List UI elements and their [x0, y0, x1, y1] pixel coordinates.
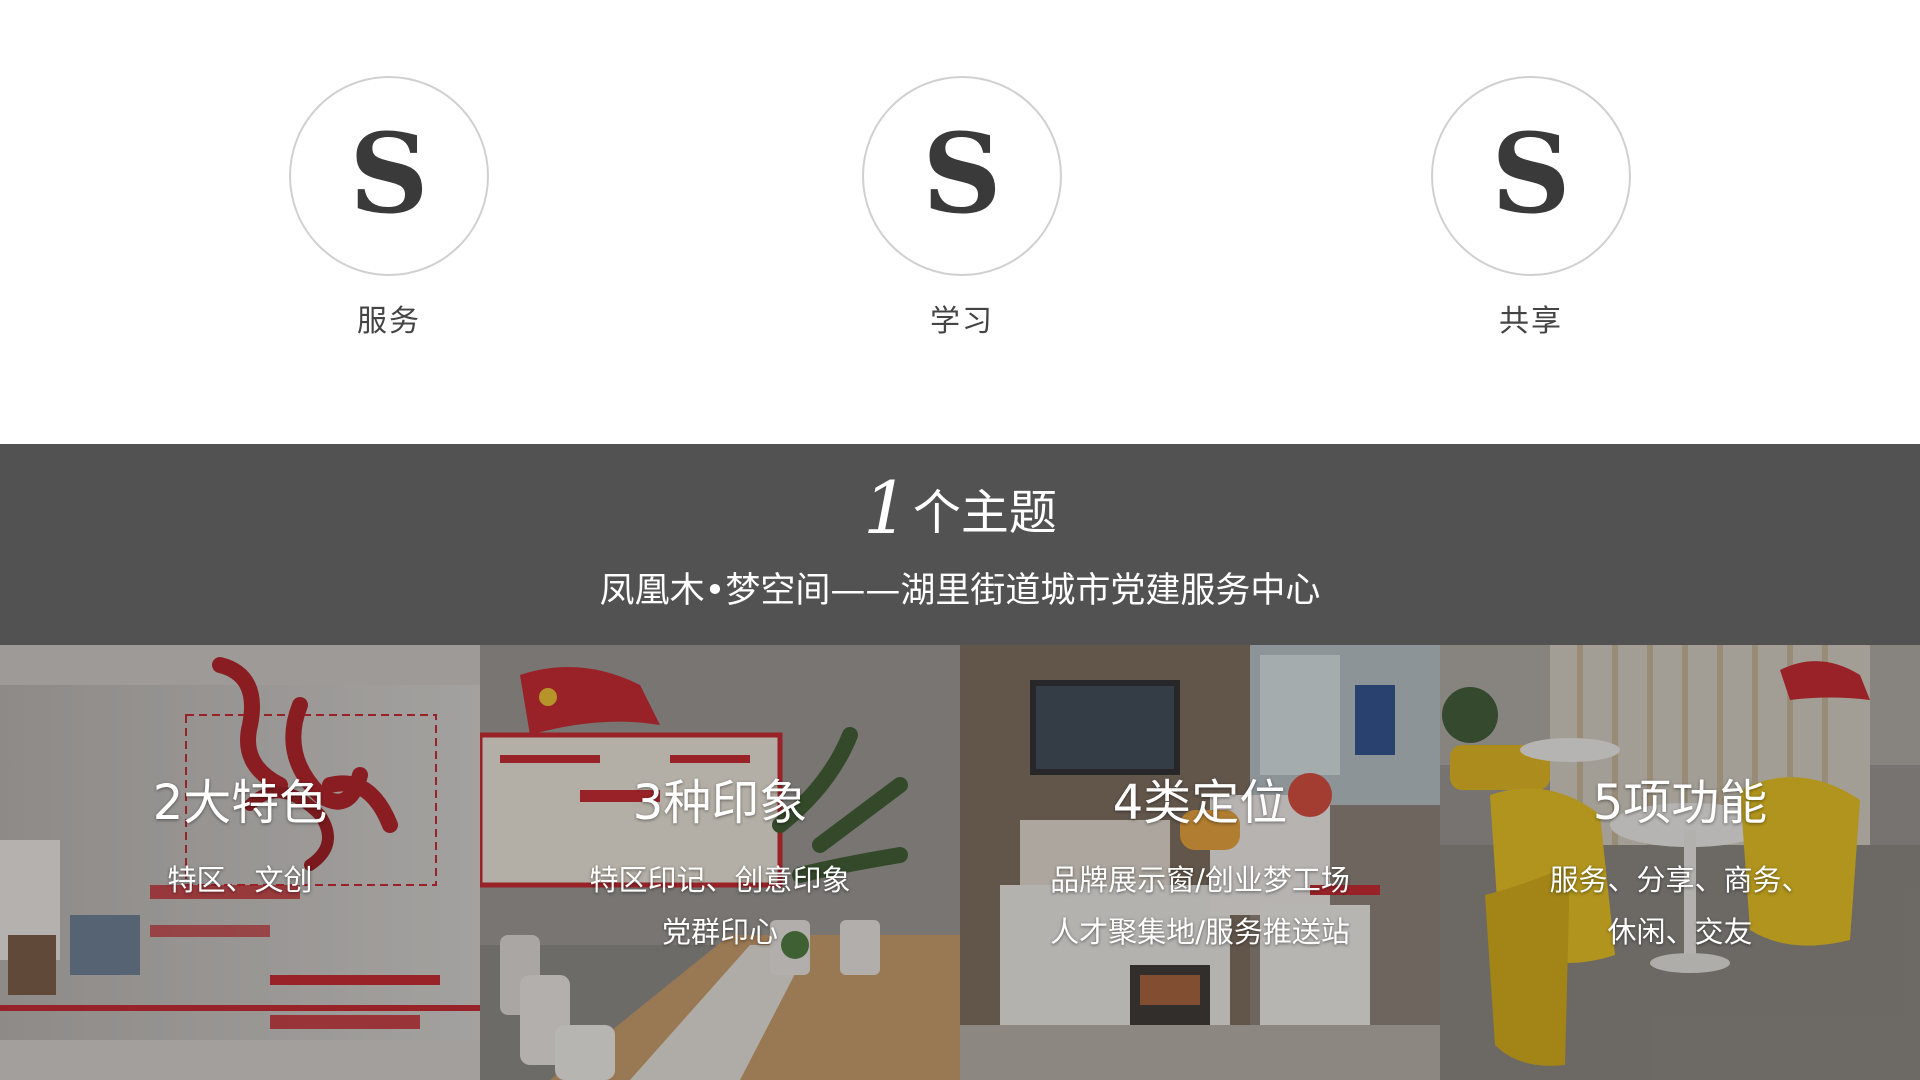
- panel-line-2: 人才聚集地/服务推送站: [1050, 915, 1350, 949]
- panel-functions: 5项功能 服务、分享、商务、 休闲、交友: [1440, 645, 1920, 1080]
- panel-line-1: 特区印记、创意印象: [589, 863, 851, 897]
- panel-heading: 3种印象: [480, 763, 960, 833]
- pillar-label: 共享: [1499, 304, 1563, 339]
- panel-number: 3: [632, 775, 664, 831]
- theme-subtitle: 凤凰木•梦空间——湖里街道城市党建服务中心: [599, 571, 1321, 611]
- panel-title: 项功能: [1623, 775, 1768, 831]
- panel-line-1: 服务、分享、商务、: [1549, 863, 1811, 897]
- panel-number: 2: [152, 775, 184, 831]
- theme-number: 1: [863, 466, 909, 550]
- sharing-circle-icon: S: [1431, 76, 1631, 276]
- pillar-learning: S 学习: [862, 76, 1062, 340]
- pillar-letter: S: [922, 109, 1002, 238]
- feature-panels: 2大特色 特区、文创 3种印象 特区印记、创意印象 党群印心 4类定位 品牌展示…: [0, 645, 1920, 1080]
- panel-heading: 5项功能: [1440, 763, 1920, 833]
- panel-features: 2大特色 特区、文创: [0, 645, 480, 1080]
- pillar-label: 服务: [357, 304, 421, 339]
- panel-impressions: 3种印象 特区印记、创意印象 党群印心: [480, 645, 960, 1080]
- panel-title: 类定位: [1143, 775, 1288, 831]
- panel-line-2: 党群印心: [661, 915, 778, 949]
- pillar-letter: S: [1491, 109, 1571, 238]
- pillar-letter: S: [349, 109, 429, 238]
- panel-positioning: 4类定位 品牌展示窗/创业梦工场 人才聚集地/服务推送站: [960, 645, 1440, 1080]
- theme-band: 1个主题 凤凰木•梦空间——湖里街道城市党建服务中心: [0, 444, 1920, 645]
- panel-number: 4: [1112, 775, 1144, 831]
- theme-title: 1个主题: [0, 466, 1920, 550]
- panel-line-2: 休闲、交友: [1607, 915, 1753, 949]
- pillar-label: 学习: [930, 304, 994, 339]
- service-circle-icon: S: [289, 76, 489, 276]
- panel-line-1: 特区、文创: [167, 863, 313, 897]
- panel-title: 大特色: [183, 775, 328, 831]
- panel-number: 5: [1592, 775, 1624, 831]
- learning-circle-icon: S: [862, 76, 1062, 276]
- panel-heading: 2大特色: [0, 763, 480, 833]
- theme-title-text: 个主题: [912, 485, 1057, 541]
- panel-heading: 4类定位: [960, 763, 1440, 833]
- pillar-service: S 服务: [289, 76, 489, 340]
- pillar-sharing: S 共享: [1431, 76, 1631, 340]
- panel-line-1: 品牌展示窗/创业梦工场: [1050, 863, 1350, 897]
- panel-title: 种印象: [663, 775, 808, 831]
